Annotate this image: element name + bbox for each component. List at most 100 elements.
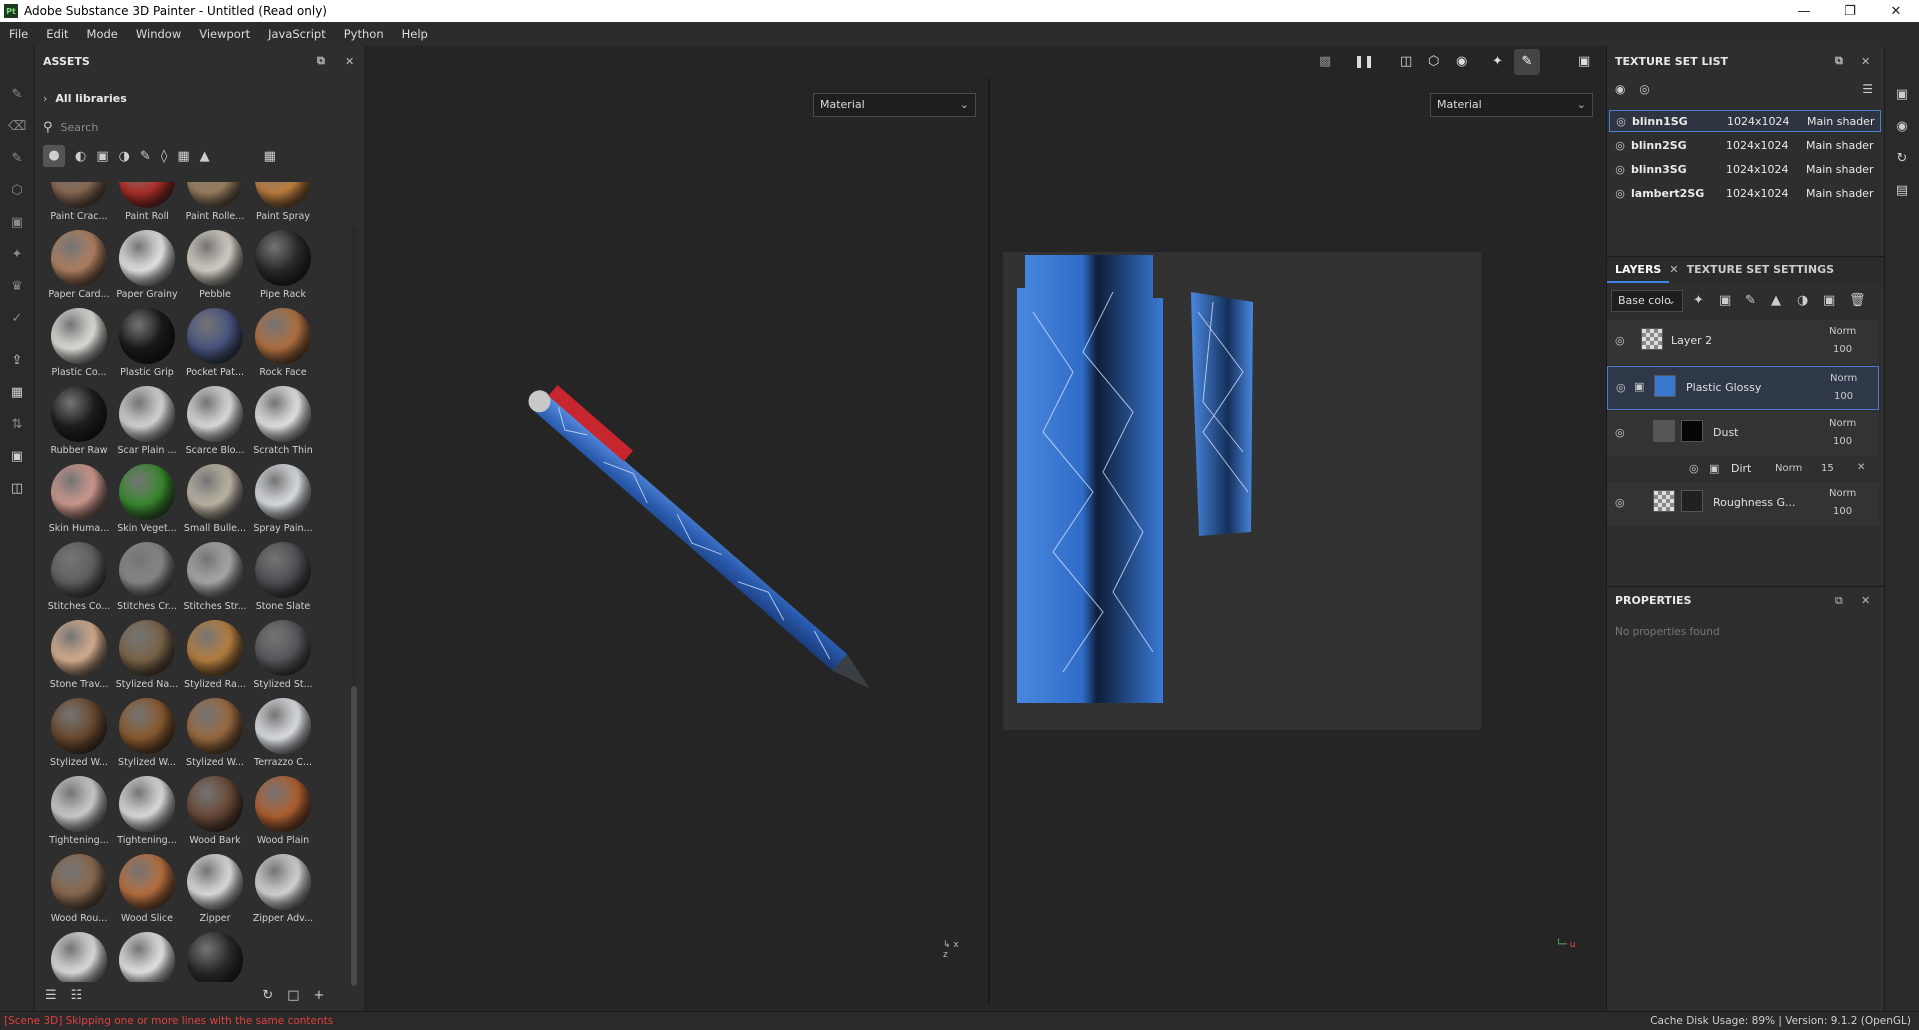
filter-smart-materials-icon[interactable]: ◐: [75, 149, 86, 164]
asset-item[interactable]: Small Bulle...: [181, 464, 249, 542]
undock-icon[interactable]: ⧉: [1835, 54, 1843, 68]
search-field[interactable]: ⚲ Search: [43, 116, 353, 138]
settings-menu-icon[interactable]: ☰: [1862, 82, 1873, 96]
polygon-fill-icon[interactable]: ▣: [8, 214, 26, 232]
blend-mode[interactable]: Norm: [1829, 488, 1856, 499]
blend-mode[interactable]: Norm: [1830, 373, 1857, 384]
grid-view-icon[interactable]: ▦: [264, 149, 276, 164]
undock-icon[interactable]: ⧉: [1835, 594, 1843, 608]
add-effect-icon[interactable]: ✦: [1693, 293, 1704, 308]
menu-viewport[interactable]: Viewport: [190, 27, 259, 41]
asset-item[interactable]: Tightening...: [113, 776, 181, 854]
texture-set-row[interactable]: ◎ blinn1SG 1024x1024 Main shader: [1609, 110, 1881, 132]
layer-row[interactable]: ◎ Layer 2 Norm 100: [1607, 320, 1879, 364]
asset-item[interactable]: Zipper Adv...: [249, 854, 315, 932]
library-selector[interactable]: › All libraries: [43, 88, 343, 108]
menu-python[interactable]: Python: [335, 27, 393, 41]
paint-mode-icon[interactable]: ✎: [1514, 49, 1540, 75]
asset-item[interactable]: Rubber Raw: [45, 386, 113, 464]
texture-set-row[interactable]: ◎ blinn2SG 1024x1024 Main shader: [1609, 134, 1881, 156]
asset-item[interactable]: Paint Rolle...: [181, 182, 249, 230]
asset-item[interactable]: Stylized W...: [113, 698, 181, 776]
eye-icon[interactable]: ◎: [1615, 334, 1625, 347]
screenshot-icon[interactable]: ▣: [1578, 54, 1590, 69]
tab-layers[interactable]: LAYERS: [1607, 257, 1670, 283]
measure-icon[interactable]: ⇅: [8, 416, 26, 434]
filter-textures-icon[interactable]: ▣: [96, 149, 108, 164]
export-icon[interactable]: ⇪: [8, 352, 26, 370]
eye-icon[interactable]: ◎: [1615, 426, 1625, 439]
panel-close-icon[interactable]: ✕: [1861, 55, 1870, 68]
search-input[interactable]: Search: [61, 121, 99, 134]
asset-item[interactable]: Wood Rou...: [45, 854, 113, 932]
asset-item[interactable]: Terrazzo C...: [249, 698, 315, 776]
symmetry-icon[interactable]: ◫: [1400, 54, 1412, 69]
asset-item[interactable]: Skin Huma...: [45, 464, 113, 542]
texture-set-row[interactable]: ◎ blinn3SG 1024x1024 Main shader: [1609, 158, 1881, 180]
display-settings-icon[interactable]: ◉: [1893, 118, 1911, 136]
list-view-icon[interactable]: ☷: [71, 988, 83, 1003]
menu-javascript[interactable]: JavaScript: [259, 27, 335, 41]
smudge-icon[interactable]: ✦: [8, 246, 26, 264]
remove-effect-icon[interactable]: ✕: [1857, 462, 1865, 473]
asset-item[interactable]: Skin Veget...: [113, 464, 181, 542]
asset-item[interactable]: Rock Face: [249, 308, 315, 386]
hide-ui-icon[interactable]: ▩: [1319, 54, 1331, 69]
asset-item[interactable]: Spray Pain...: [249, 464, 315, 542]
asset-item[interactable]: Paper Grainy: [113, 230, 181, 308]
layer-row[interactable]: ◎ ▣ Plastic Glossy Norm 100: [1607, 366, 1879, 410]
asset-item[interactable]: Scarce Blo...: [181, 386, 249, 464]
filter-materials-icon[interactable]: ●: [43, 145, 65, 167]
effect-opacity[interactable]: 15: [1821, 463, 1834, 474]
menu-edit[interactable]: Edit: [37, 27, 77, 41]
menu-help[interactable]: Help: [393, 27, 437, 41]
asset-item[interactable]: Paint Roll: [113, 182, 181, 230]
asset-item[interactable]: Stylized Ra...: [181, 620, 249, 698]
asset-item[interactable]: Pipe Rack: [249, 230, 315, 308]
eye-icon[interactable]: ◎: [1639, 82, 1649, 96]
asset-item[interactable]: Scratch Thin: [249, 386, 315, 464]
projection-icon[interactable]: ✎: [8, 150, 26, 168]
asset-item[interactable]: Tightening...: [45, 776, 113, 854]
paint-brush-icon[interactable]: ✎: [8, 86, 26, 104]
undock-icon[interactable]: ⧉: [317, 54, 325, 68]
view-cube-icon[interactable]: ⬡: [1428, 54, 1439, 69]
filter-filters-icon[interactable]: ◑: [119, 149, 130, 164]
menu-mode[interactable]: Mode: [78, 27, 127, 41]
asset-item[interactable]: Paint Crac...: [45, 182, 113, 230]
asset-item[interactable]: Stone Slate: [249, 542, 315, 620]
asset-item[interactable]: Stylized W...: [45, 698, 113, 776]
asset-item[interactable]: Zipper Adv...: [113, 932, 181, 982]
asset-item[interactable]: Paper Card...: [45, 230, 113, 308]
asset-item[interactable]: Plastic Co...: [45, 308, 113, 386]
filter-brushes-icon[interactable]: ✎: [140, 149, 151, 164]
asset-item[interactable]: Stylized Na...: [113, 620, 181, 698]
panel-close-icon[interactable]: ✕: [1861, 594, 1870, 607]
asset-item[interactable]: Wood Bark: [181, 776, 249, 854]
viewport-area[interactable]: Material ⌄ Material ⌄ ↳ xz └─ u: [370, 78, 1605, 1003]
close-icon[interactable]: ✕: [1873, 0, 1919, 22]
shader-settings-icon[interactable]: ◫: [8, 480, 26, 498]
delete-layer-icon[interactable]: 🗑: [1849, 293, 1866, 308]
effect-row[interactable]: ◎ ▣ Dirt Norm 15 ✕: [1607, 458, 1879, 480]
panel-close-icon[interactable]: ✕: [345, 55, 354, 68]
log-icon[interactable]: ▤: [1893, 182, 1911, 200]
display-settings-icon[interactable]: ▣: [8, 448, 26, 466]
eye-icon[interactable]: ◎: [1609, 139, 1631, 152]
pause-icon[interactable]: ❚❚: [1354, 54, 1374, 68]
eye-icon[interactable]: ◎: [1615, 496, 1625, 509]
filter-alphas-icon[interactable]: ◊: [161, 149, 167, 164]
asset-item[interactable]: Stylized W...: [181, 698, 249, 776]
eraser-icon[interactable]: ⌫: [8, 118, 26, 136]
geometry-mask-icon[interactable]: ⬡: [8, 182, 26, 200]
add-folder-icon[interactable]: ▣: [1823, 293, 1835, 308]
asset-item[interactable]: Scar Plain ...: [113, 386, 181, 464]
add-mask-icon[interactable]: ▣: [1719, 293, 1731, 308]
asset-item[interactable]: Wood Plain: [249, 776, 315, 854]
add-smart-material-icon[interactable]: ◑: [1797, 293, 1808, 308]
layer-opacity[interactable]: 100: [1833, 436, 1852, 447]
visibility-toggle-icon[interactable]: ◉: [1615, 82, 1625, 96]
texture-set-list-icon[interactable]: ▣: [1893, 86, 1911, 104]
layer-row[interactable]: ◎ Roughness G... Norm 100: [1607, 482, 1879, 526]
clone-stamp-icon[interactable]: ♛: [8, 278, 26, 296]
